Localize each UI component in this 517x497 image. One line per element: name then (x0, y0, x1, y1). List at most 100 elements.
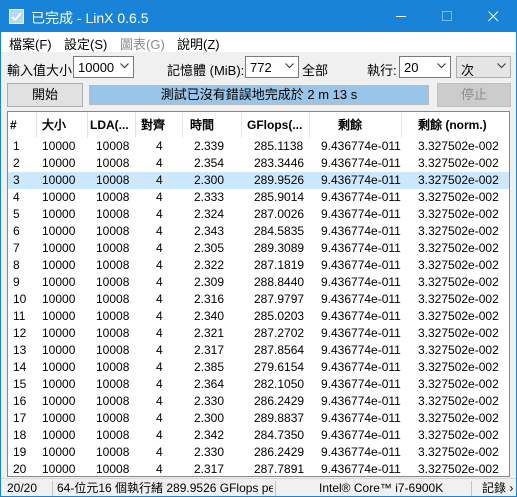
col-header-gflops[interactable]: GFlops(... (247, 112, 309, 138)
cell-index: 6 (13, 224, 20, 238)
cell-size: 10000 (42, 360, 76, 374)
col-header-alignment[interactable]: 對齊 (141, 112, 175, 138)
cell-size: 10000 (42, 445, 76, 459)
cell-residual: 9.436774e-011 (321, 394, 401, 408)
table-row[interactable]: 12 10000 10008 4 2.321 287.2702 9.436774e-011 3… (8, 325, 509, 342)
cell-index: 1 (13, 139, 20, 153)
col-header-time[interactable]: 時間 (190, 112, 240, 138)
memory-combo[interactable]: 772 (245, 56, 299, 78)
table-row[interactable]: 3 10000 10008 4 2.300 289.9526 9.436774e-011 3.… (8, 172, 509, 189)
col-header-index[interactable]: # (10, 112, 36, 138)
table-row[interactable]: 11 10000 10008 4 2.340 285.0203 9.436774e-011 3… (8, 308, 509, 325)
menu-graph[interactable]: 圖表(G) (120, 34, 165, 53)
title-bar[interactable]: 已完成 - LinX 0.6.5 (1, 1, 516, 32)
table-row[interactable]: 16 10000 10008 4 2.330 286.2429 9.436774e-011 3… (8, 393, 509, 410)
cell-lda: 10008 (96, 207, 130, 221)
cell-time: 2.364 (194, 377, 225, 391)
cell-residual-norm: 3.327502e-002 (418, 394, 499, 408)
cell-residual-norm: 3.327502e-002 (418, 462, 499, 476)
col-header-residual[interactable]: 剩餘 (338, 112, 398, 138)
cell-lda: 10008 (96, 326, 130, 340)
cell-size: 10000 (42, 173, 76, 187)
cell-residual-norm: 3.327502e-002 (418, 190, 499, 204)
table-row[interactable]: 19 10000 10008 4 2.330 286.2429 9.436774e-011 3… (8, 444, 509, 461)
memory-label: 記憶體 (MiB): (167, 63, 245, 78)
menu-settings[interactable]: 設定(S) (64, 34, 107, 53)
cell-gflops: 282.1050 (254, 377, 305, 391)
status-bar: 20/20 64-位元16 個執行緒 289.9526 GFlops pea I… (1, 478, 516, 496)
log-toggle[interactable]: 記錄 › (482, 479, 516, 496)
col-header-size[interactable]: 大小 (42, 112, 88, 138)
cell-size: 10000 (42, 394, 76, 408)
table-row[interactable]: 13 10000 10008 4 2.317 287.8564 9.436774e-011 3… (8, 342, 509, 359)
cell-size: 10000 (42, 275, 76, 289)
cell-size: 10000 (42, 156, 76, 170)
table-row[interactable]: 2 10000 10008 4 2.354 283.3446 9.436774e-011 3.… (8, 155, 509, 172)
cell-size: 10000 (42, 224, 76, 238)
stop-button[interactable]: 停止 (437, 83, 511, 107)
chevron-down-icon (120, 63, 129, 69)
cell-residual: 9.436774e-011 (321, 445, 401, 459)
cell-residual: 9.436774e-011 (321, 428, 401, 442)
runs-unit-combo[interactable]: 次 (456, 56, 511, 78)
cell-size: 10000 (42, 258, 76, 272)
table-row[interactable]: 17 10000 10008 4 2.300 289.8837 9.436774e-011 3… (8, 410, 509, 427)
table-row[interactable]: 7 10000 10008 4 2.305 289.3089 9.436774e-011 3.… (8, 240, 509, 257)
results-table[interactable]: # 大小 LDA(... 對齊 時間 GFlops(... 剩餘 剩餘 (nor… (7, 111, 510, 477)
menu-help[interactable]: 說明(Z) (177, 34, 220, 53)
cell-residual-norm: 3.327502e-002 (418, 275, 499, 289)
cell-time: 2.330 (194, 394, 225, 408)
cell-residual: 9.436774e-011 (321, 326, 401, 340)
cell-residual-norm: 3.327502e-002 (418, 445, 499, 459)
cell-index: 11 (13, 309, 26, 323)
table-row[interactable]: 9 10000 10008 4 2.309 288.8440 9.436774e-011 3.… (8, 274, 509, 291)
cell-lda: 10008 (96, 258, 130, 272)
chevron-down-icon (497, 63, 506, 69)
cell-gflops: 284.7350 (254, 428, 305, 442)
cell-alignment: 4 (156, 326, 163, 340)
cell-gflops: 285.0203 (254, 309, 305, 323)
maximize-button[interactable] (424, 1, 470, 32)
input-size-label: 輸入值大小: (7, 63, 76, 78)
cell-alignment: 4 (156, 411, 163, 425)
table-row[interactable]: 15 10000 10008 4 2.364 282.1050 9.436774e-011 3… (8, 376, 509, 393)
start-button[interactable]: 開始 (7, 83, 83, 107)
menu-file[interactable]: 檔案(F) (9, 34, 52, 53)
memory-all-option[interactable]: 全部 (302, 60, 328, 79)
close-button[interactable] (470, 1, 516, 32)
table-row[interactable]: 14 10000 10008 4 2.385 279.6154 9.436774e-011 3… (8, 359, 509, 376)
runs-unit-value: 次 (461, 63, 475, 78)
col-header-residual-norm[interactable]: 剩餘 (norm.) (418, 112, 509, 138)
table-row[interactable]: 6 10000 10008 4 2.343 284.5835 9.436774e-011 3.… (8, 223, 509, 240)
cell-residual-norm: 3.327502e-002 (418, 224, 499, 238)
table-row[interactable]: 20 10000 10008 4 2.317 287.7891 9.436774e-011 3… (8, 461, 509, 476)
table-row[interactable]: 1 10000 10008 4 2.339 285.1138 9.436774e-011 3.… (8, 138, 509, 155)
table-row[interactable]: 18 10000 10008 4 2.342 284.7350 9.436774e-011 3… (8, 427, 509, 444)
table-row[interactable]: 4 10000 10008 4 2.333 285.9014 9.436774e-011 3.… (8, 189, 509, 206)
table-row[interactable]: 8 10000 10008 4 2.322 287.1819 9.436774e-011 3.… (8, 257, 509, 274)
cell-alignment: 4 (156, 241, 163, 255)
input-size-combo[interactable]: 10000 (73, 56, 134, 78)
cell-residual-norm: 3.327502e-002 (418, 411, 499, 425)
cell-index: 12 (13, 326, 27, 340)
col-header-lda[interactable]: LDA(... (90, 112, 138, 138)
table-row[interactable]: 5 10000 10008 4 2.324 287.0026 9.436774e-011 3.… (8, 206, 509, 223)
window-title: 已完成 - LinX 0.6.5 (31, 10, 149, 26)
cell-alignment: 4 (156, 360, 163, 374)
cell-residual: 9.436774e-011 (321, 292, 401, 306)
runs-label: 執行: (367, 63, 397, 78)
cell-size: 10000 (42, 190, 76, 204)
minimize-button[interactable] (378, 1, 424, 32)
cell-residual-norm: 3.327502e-002 (418, 343, 499, 357)
cell-gflops: 287.7891 (254, 462, 305, 476)
cell-lda: 10008 (96, 462, 130, 476)
run-count: 20/20 (7, 481, 38, 495)
runs-combo[interactable]: 20 (399, 56, 451, 78)
cell-size: 10000 (42, 377, 76, 391)
cell-index: 3 (13, 173, 20, 187)
cell-index: 14 (13, 360, 27, 374)
cell-residual: 9.436774e-011 (321, 156, 401, 170)
table-row[interactable]: 10 10000 10008 4 2.316 287.9797 9.436774e-011 3… (8, 291, 509, 308)
cell-time: 2.321 (194, 326, 225, 340)
cell-size: 10000 (42, 343, 76, 357)
